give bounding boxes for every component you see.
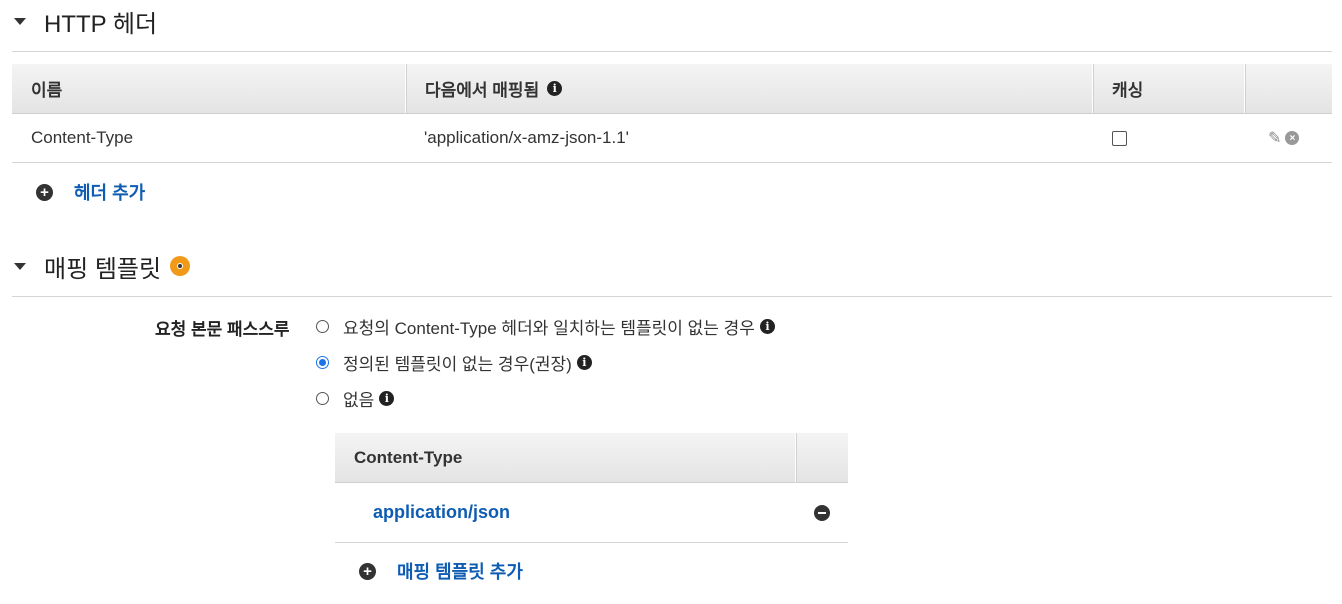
radio-button-selected[interactable]	[316, 355, 329, 369]
add-mapping-template-button[interactable]: + 매핑 템플릿 추가	[359, 559, 523, 583]
content-type-table-header: Content-Type	[335, 433, 848, 483]
section-title: HTTP 헤더	[44, 10, 158, 38]
header-mapped-value: 'application/x-amz-json-1.1'	[424, 128, 629, 147]
caret-down-icon[interactable]	[14, 262, 26, 270]
row-actions: ✎ ×	[1268, 114, 1300, 162]
option-label: 요청의 Content-Type 헤더와 일치하는 템플릿이 없는 경우	[343, 318, 755, 338]
passthrough-option-when-no-templates[interactable]: 정의된 템플릿이 없는 경우(권장) i	[316, 351, 592, 374]
header-name: Content-Type	[31, 128, 134, 147]
pencil-icon[interactable]: ✎	[1268, 128, 1281, 148]
mapping-templates-section-header[interactable]: 매핑 템플릿	[12, 250, 191, 283]
info-icon[interactable]: i	[759, 318, 775, 334]
passthrough-option-never[interactable]: 없음 i	[316, 387, 395, 410]
column-divider	[1244, 64, 1245, 113]
caret-down-icon[interactable]	[14, 17, 26, 25]
plus-circle-icon: +	[36, 183, 53, 201]
x-circle-icon[interactable]: ×	[1285, 131, 1300, 145]
column-divider	[795, 433, 796, 482]
add-header-button[interactable]: + 헤더 추가	[36, 180, 145, 204]
http-headers-section-header[interactable]: HTTP 헤더	[12, 6, 158, 38]
column-content-type: Content-Type	[354, 447, 463, 467]
plus-circle-icon: +	[359, 562, 376, 580]
passthrough-label: 요청 본문 패스스루	[155, 320, 290, 339]
caching-cell	[1112, 114, 1127, 162]
table-row: application/json	[335, 483, 848, 543]
radio-button[interactable]	[316, 391, 329, 405]
radio-button[interactable]	[316, 319, 329, 333]
add-header-label: 헤더 추가	[74, 183, 146, 203]
caching-checkbox[interactable]	[1112, 130, 1127, 146]
table-row: Content-Type 'application/x-amz-json-1.1…	[12, 114, 1332, 163]
info-icon[interactable]: i	[379, 390, 395, 406]
divider	[12, 51, 1332, 52]
info-icon[interactable]: i	[547, 81, 563, 96]
passthrough-option-when-no-match[interactable]: 요청의 Content-Type 헤더와 일치하는 템플릿이 없는 경우 i	[316, 315, 775, 338]
column-mapped-from: 다음에서 매핑됨 i	[406, 64, 1092, 113]
add-mapping-template-label: 매핑 템플릿 추가	[397, 562, 523, 582]
minus-circle-icon[interactable]	[814, 504, 830, 521]
divider	[12, 296, 1332, 297]
headers-table-header: 이름 다음에서 매핑됨 i 캐싱	[12, 64, 1332, 114]
content-type-link[interactable]: application/json	[373, 483, 510, 542]
option-label: 없음	[343, 390, 375, 410]
column-caching: 캐싱	[1112, 81, 1144, 100]
warning-dot-icon	[170, 256, 191, 276]
info-icon[interactable]: i	[576, 354, 592, 370]
section-title: 매핑 템플릿	[44, 255, 162, 283]
column-name: 이름	[31, 81, 63, 100]
row-actions	[814, 483, 830, 542]
option-label: 정의된 템플릿이 없는 경우(권장)	[343, 354, 572, 374]
